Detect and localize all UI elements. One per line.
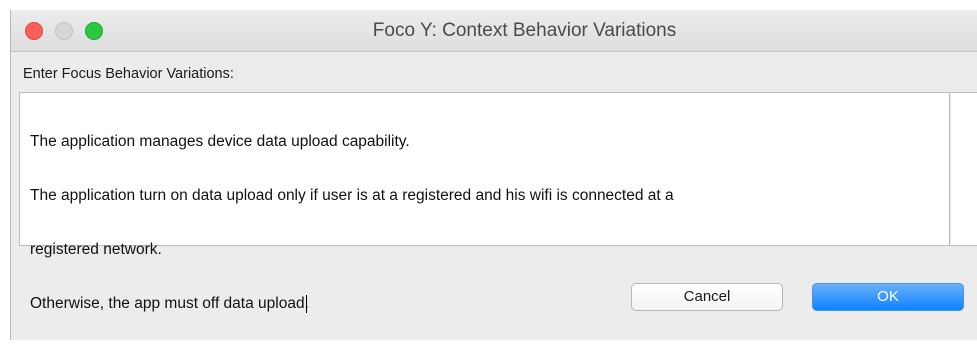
text-caret: [305, 295, 307, 313]
text-line: The application manages device data uplo…: [30, 133, 410, 150]
window-title: Foco Y: Context Behavior Variations: [372, 20, 677, 41]
ok-button[interactable]: OK: [812, 283, 964, 311]
text-line-content: Otherwise, the app must off data upload.: [30, 295, 309, 312]
text-line: The application turn on data upload only…: [30, 187, 674, 204]
text-line: registered network.: [30, 241, 162, 258]
dialog-window: Foco Y: Context Behavior Variations Ente…: [10, 10, 977, 340]
text-line-last: Otherwise, the app must off data upload.: [30, 295, 937, 313]
behavior-variations-textarea[interactable]: The application manages device data uplo…: [19, 92, 950, 313]
cancel-button[interactable]: Cancel: [631, 283, 783, 311]
title-bar[interactable]: Foco Y: Context Behavior Variations: [11, 10, 977, 52]
textarea-scrollbar[interactable]: [950, 92, 977, 246]
prompt-label: Enter Focus Behavior Variations:: [23, 66, 234, 82]
